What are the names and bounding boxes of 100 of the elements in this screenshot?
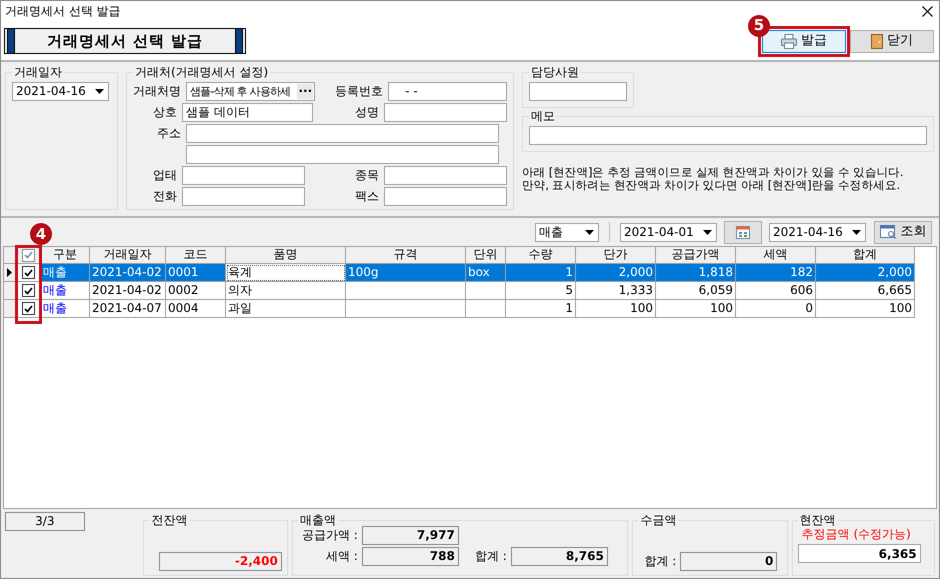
table-cell: 6,665 <box>816 282 915 300</box>
hint-text: 추정금액 (수정가능) <box>802 527 912 542</box>
table-cell: 의자 <box>226 282 346 300</box>
field-label: 상호 <box>152 105 178 120</box>
search-button[interactable]: 조회 <box>874 220 932 244</box>
table-cell: 0004 <box>166 300 226 318</box>
text-field[interactable]: 샘플-삭제 후 사용하세 ··· <box>186 82 316 101</box>
field-label: 팩스 <box>354 189 380 204</box>
calendar-button[interactable] <box>724 220 762 244</box>
date-field[interactable]: 2021-04-16 <box>769 222 866 242</box>
check-icon <box>24 251 32 259</box>
column-header[interactable]: 수량 <box>506 247 576 264</box>
table-cell: 육계 <box>226 264 346 282</box>
text-field[interactable] <box>186 124 499 143</box>
group-label: 메모 <box>530 110 556 122</box>
group-label: 전잔액 <box>150 514 188 526</box>
column-header[interactable]: 구분 <box>41 247 90 264</box>
check-icon <box>24 268 32 276</box>
table-cell: 100 <box>816 300 915 318</box>
group-label: 거래일자 <box>13 66 63 78</box>
banner-title: 거래명세서 선택 발급 <box>4 28 246 54</box>
text-field[interactable] <box>529 82 627 101</box>
dropdown-arrow-icon[interactable] <box>703 230 712 234</box>
amount-field: 0 <box>680 552 778 571</box>
text-field[interactable]: - - <box>388 82 507 101</box>
close-button[interactable]: 닫기 <box>850 30 934 52</box>
text-field[interactable] <box>384 187 507 206</box>
search-icon <box>880 225 896 239</box>
notice-text: 아래 [현잔액]은 추정 금액이므로 실제 현잔액과 차이가 있을 수 있습니다. 만약, 표시하려는 현잔액과 차이가 있다면 아래 [현잔액]란을 수정하세요. <box>522 166 904 192</box>
column-header[interactable]: 단가 <box>576 247 656 264</box>
field-label: 세액 : <box>324 549 358 564</box>
group-label: 수금액 <box>639 514 678 526</box>
column-header[interactable]: 공급가액 <box>656 247 736 264</box>
table-cell: 1 <box>506 264 576 282</box>
group-label: 거래처(거래명세서 설정) <box>134 66 270 78</box>
column-header[interactable]: 합계 <box>816 247 915 264</box>
amount-field[interactable]: 6,365 <box>798 544 921 564</box>
date-field[interactable]: 2021-04-16 <box>12 82 109 101</box>
amount-field: 8,765 <box>510 547 608 566</box>
row-checkbox[interactable] <box>22 284 34 297</box>
dropdown-arrow-icon[interactable] <box>95 89 104 94</box>
text-field[interactable] <box>182 187 306 206</box>
text-field[interactable] <box>384 103 507 122</box>
group-label: 현잔액 <box>798 514 837 526</box>
group-label: 담당사원 <box>530 66 580 78</box>
calendar-icon <box>736 226 750 238</box>
table-cell: 1,818 <box>656 264 736 282</box>
field-label: 종목 <box>354 168 380 183</box>
field-label: 전화 <box>152 189 178 204</box>
table-cell: 매출 <box>41 282 90 300</box>
field-label: 업태 <box>152 168 178 183</box>
field-label: 합계 : <box>643 554 676 569</box>
current-row-icon <box>7 268 12 277</box>
field-label: 공급가액 : <box>300 528 358 543</box>
table-cell: 1,333 <box>576 282 656 300</box>
check-icon <box>24 286 32 294</box>
amount-field: 7,977 <box>362 526 459 545</box>
browse-button[interactable]: ··· <box>297 84 314 99</box>
table-cell: 과일 <box>226 300 346 318</box>
table-cell: 0 <box>736 300 816 318</box>
check-icon <box>24 304 32 312</box>
table-cell: 2,000 <box>816 264 915 282</box>
printer-icon <box>781 34 797 48</box>
close-icon[interactable] <box>922 6 933 17</box>
text-field[interactable] <box>384 166 507 185</box>
window-title: 거래명세서 선택 발급 <box>5 4 121 19</box>
text-field[interactable] <box>529 126 927 145</box>
field-label: 등록번호 <box>335 84 384 99</box>
column-header[interactable]: 세액 <box>736 247 816 264</box>
field-label: 성명 <box>354 105 379 120</box>
table-cell: box <box>466 264 506 282</box>
step-badge: 4 <box>30 223 52 245</box>
door-icon <box>871 34 883 48</box>
row-checkbox[interactable] <box>22 266 34 279</box>
table-cell: 0001 <box>166 264 226 282</box>
table-cell: 매출 <box>41 300 90 318</box>
table-cell: 매출 <box>41 264 90 282</box>
field-label: 주소 <box>156 126 181 141</box>
print-button[interactable]: 발급 <box>762 30 846 52</box>
dropdown-arrow-icon[interactable] <box>852 230 861 234</box>
table-cell: 182 <box>736 264 816 282</box>
table-cell: 606 <box>736 282 816 300</box>
column-header[interactable]: 품명 <box>226 247 346 264</box>
text-field[interactable] <box>186 145 499 164</box>
table-cell: 2021-04-02 <box>90 282 166 300</box>
column-header[interactable]: 규격 <box>346 247 466 264</box>
text-field[interactable]: 샘플 데이터 <box>182 103 313 122</box>
column-header[interactable]: 단위 <box>466 247 506 264</box>
dropdown-arrow-icon[interactable] <box>585 230 594 234</box>
table-cell: 0002 <box>166 282 226 300</box>
type-dropdown[interactable]: 매출 <box>535 222 599 242</box>
row-indicator[interactable] <box>4 264 16 282</box>
column-header[interactable]: 거래일자 <box>90 247 166 264</box>
record-count: 3/3 <box>5 512 85 531</box>
header-checkbox[interactable] <box>22 248 34 262</box>
column-header[interactable]: 코드 <box>166 247 226 264</box>
text-field[interactable] <box>182 166 306 185</box>
table-cell: 100g <box>346 264 466 282</box>
date-field[interactable]: 2021-04-01 <box>620 222 717 242</box>
row-checkbox[interactable] <box>22 302 34 315</box>
